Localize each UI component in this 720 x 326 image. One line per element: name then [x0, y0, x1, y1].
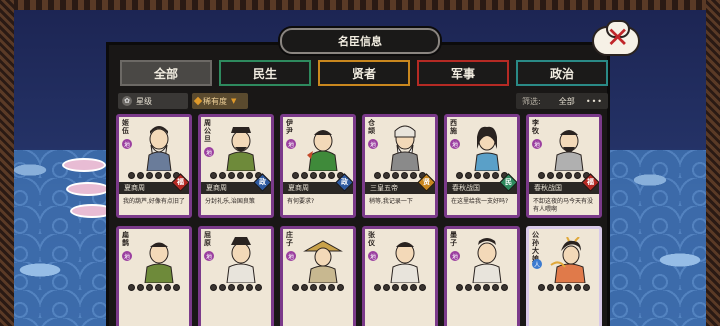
tab-all[interactable]: 全部: [120, 60, 212, 86]
minister-name: 墨子: [450, 231, 457, 247]
portrait-image: [474, 126, 500, 171]
minister-name: 姬伍: [122, 119, 129, 135]
panel-title: 名臣信息: [280, 28, 440, 54]
grade-badge: 地: [450, 251, 460, 261]
minister-name: 扁鹊: [122, 231, 129, 247]
grade-badge: 地: [450, 139, 460, 149]
minister-name: 周公旦: [204, 119, 211, 143]
minister-card[interactable]: 伊尹 地 夏商周 政 有何要求?: [280, 114, 356, 218]
minister-quote: 不卸这夜的马今天有没有人喂啊: [533, 198, 594, 213]
chevron-down-icon: ▼: [231, 97, 237, 105]
grade-badge: 地: [286, 139, 296, 149]
minister-name: 张仪: [368, 231, 375, 247]
star-rating: [128, 284, 180, 292]
close-button[interactable]: ✕: [592, 20, 640, 58]
star-rating: [292, 284, 344, 292]
star-rating: [210, 172, 262, 180]
filter-bar: ✿ 星级 稀有度 ▼ 筛选: 全部 •••: [118, 93, 608, 109]
screen-dropdown[interactable]: 筛选: 全部 •••: [516, 93, 608, 109]
more-icon[interactable]: •••: [586, 97, 603, 106]
minister-name: 伊尹: [286, 119, 293, 135]
star-rating: [374, 172, 426, 180]
portrait-image: [226, 237, 256, 283]
grade-badge: 地: [286, 251, 296, 261]
portrait-image: [303, 240, 343, 283]
grade-badge: 地: [204, 147, 214, 157]
rarity-filter[interactable]: 稀有度 ▼: [192, 93, 248, 109]
minister-name: 仓颉: [368, 119, 375, 135]
category-tabs: 全部 民生 贤者 军事 政治: [120, 60, 608, 88]
minister-card[interactable]: 公孙大娘 人: [526, 226, 602, 326]
close-icon: ✕: [606, 21, 630, 54]
diamond-icon: [193, 96, 203, 106]
minister-card-grid: 姬伍 地 夏商周 福 我的葫芦,好像有点旧了 周公旦 地 夏商周 政 分封礼乐,…: [116, 114, 604, 326]
grade-badge: 地: [204, 251, 214, 261]
portrait-image: [226, 127, 256, 171]
star-rating: [538, 172, 590, 180]
screen-label: 筛选:: [522, 96, 541, 106]
star-rating: [456, 284, 508, 292]
tab-military[interactable]: 军事: [417, 60, 509, 86]
rank-filter[interactable]: ✿ 星级: [118, 93, 188, 109]
minister-card[interactable]: 仓颉 地 三皇五帝 贤 稍等,我记录一下: [362, 114, 438, 218]
portrait-image: [144, 242, 174, 283]
tab-politics[interactable]: 政治: [516, 60, 608, 86]
tab-livelihood[interactable]: 民生: [219, 60, 311, 86]
minister-quote: 我的葫芦,好像有点旧了: [123, 198, 185, 205]
minister-quote: 稍等,我记录一下: [369, 198, 413, 205]
minister-card[interactable]: 周公旦 地 夏商周 政 分封礼乐,治国良策: [198, 114, 274, 218]
minister-card[interactable]: 西施 地 春秋战国 民 在这里给我一支好吗?: [444, 114, 520, 218]
portrait-image: [390, 125, 420, 171]
star-rating: [210, 284, 262, 292]
rank-filter-label: 星级: [136, 96, 152, 106]
screen-value: 全部: [558, 96, 575, 106]
rarity-filter-label: 稀有度: [203, 96, 227, 106]
frame-border-right: [706, 0, 720, 326]
minister-name: 屈原: [204, 231, 211, 247]
floating-island: [62, 150, 114, 220]
grade-badge: 地: [368, 251, 378, 261]
minister-card[interactable]: 墨子 地: [444, 226, 520, 326]
minister-card[interactable]: 姬伍 地 夏商周 福 我的葫芦,好像有点旧了: [116, 114, 192, 218]
grade-badge: 地: [122, 139, 132, 149]
star-rating: [374, 284, 426, 292]
frame-border-left: [0, 0, 14, 326]
star-rating: [292, 172, 344, 180]
grade-badge: 人: [532, 259, 542, 269]
grade-badge: 地: [122, 251, 132, 261]
portrait-image: [550, 237, 586, 283]
minister-quote: 有何要求?: [287, 198, 315, 205]
gear-icon: ✿: [122, 96, 132, 106]
minister-card[interactable]: 李牧 地 春秋战国 福 不卸这夜的马今天有没有人喂啊: [526, 114, 602, 218]
minister-card[interactable]: 张仪 地: [362, 226, 438, 326]
minister-quote: 分封礼乐,治国良策: [205, 198, 255, 205]
star-rating: [538, 284, 590, 292]
portrait-image: [472, 238, 502, 283]
star-rating: [456, 172, 508, 180]
minister-name: 李牧: [532, 119, 539, 135]
grade-badge: 地: [368, 139, 378, 149]
minister-name: 西施: [450, 119, 457, 135]
tab-sage[interactable]: 贤者: [318, 60, 410, 86]
frame-border-top: [0, 0, 720, 10]
portrait-image: [307, 130, 338, 171]
minister-card[interactable]: 扁鹊 地: [116, 226, 192, 326]
star-rating: [128, 172, 180, 180]
grade-badge: 地: [532, 139, 542, 149]
portrait-image: [554, 130, 584, 171]
portrait-image: [146, 126, 172, 171]
portrait-image: [390, 242, 420, 283]
minister-quote: 在这里给我一支好吗?: [451, 198, 509, 205]
minister-card[interactable]: 屈原 地: [198, 226, 274, 326]
minister-name: 庄子: [286, 231, 293, 247]
minister-card[interactable]: 庄子 地: [280, 226, 356, 326]
